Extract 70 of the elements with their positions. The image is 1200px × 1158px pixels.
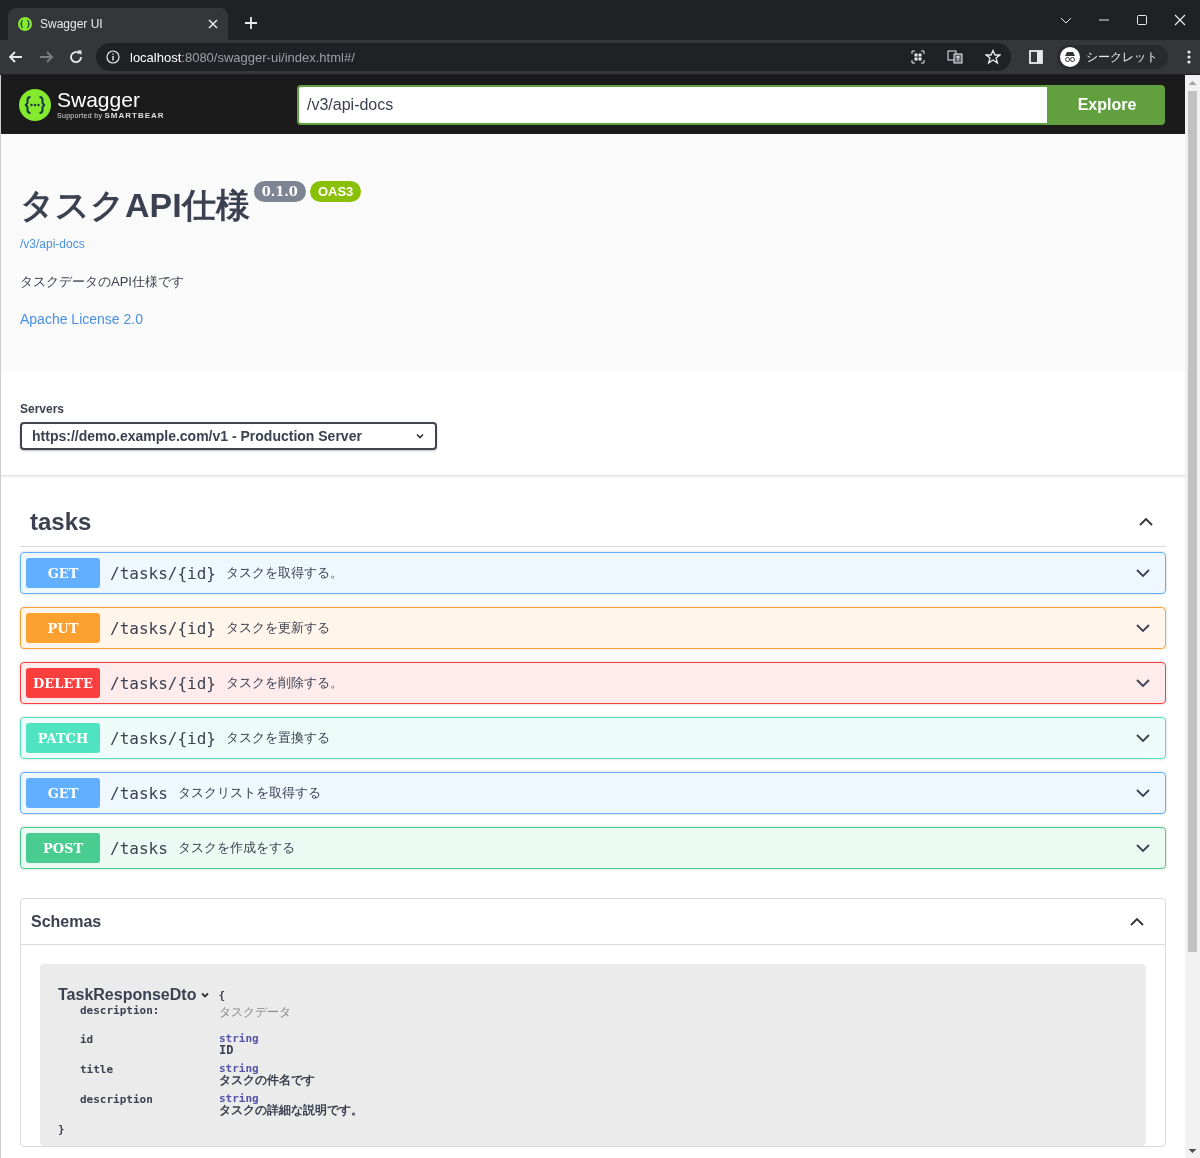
property-description: タスクの件名です: [219, 1074, 316, 1087]
tag-header[interactable]: tasks: [20, 498, 1166, 547]
operation-path: /tasks/{id}: [110, 618, 216, 638]
browser-tab[interactable]: Swagger UI: [8, 8, 228, 40]
operation-path: /tasks/{id}: [110, 563, 216, 583]
property-name: description: [80, 1093, 154, 1108]
schemas-header[interactable]: Schemas: [21, 899, 1165, 945]
operation-row[interactable]: GET /tasks/{id} タスクを取得する。: [20, 552, 1166, 594]
plus-icon[interactable]: [244, 16, 258, 30]
oas-badge: OAS3: [309, 181, 362, 202]
server-select[interactable]: https://demo.example.com/v1 - Production Server: [20, 422, 437, 450]
property-type: string: [219, 1033, 260, 1044]
scrollbar[interactable]: [1185, 75, 1200, 1158]
maximize-icon[interactable]: [1136, 14, 1148, 26]
side-panel-icon[interactable]: [1029, 50, 1043, 64]
operation-summary: タスクを取得する。: [225, 564, 344, 582]
property-label: description:: [80, 1004, 161, 1019]
api-description: タスクデータのAPI仕様です: [20, 273, 185, 291]
star-icon[interactable]: [985, 49, 1001, 65]
servers-label: Servers: [20, 402, 66, 416]
operation-row[interactable]: POST /tasks タスクを作成をする: [20, 827, 1166, 869]
reload-icon[interactable]: [68, 49, 84, 65]
profile-chip[interactable]: シークレット: [1057, 45, 1168, 69]
operation-path: /tasks/{id}: [110, 673, 216, 693]
version-badge: 0.1.0: [253, 181, 306, 202]
operation-summary: タスクリストを取得する: [177, 784, 322, 802]
scroll-down-icon[interactable]: [1188, 1147, 1197, 1155]
method-badge: POST: [26, 833, 100, 863]
property-name: title: [80, 1063, 115, 1078]
translate-icon[interactable]: [947, 50, 963, 64]
operation-path: /tasks: [110, 838, 168, 858]
logo-text: Swagger: [57, 89, 141, 111]
property-description: ID: [219, 1044, 234, 1057]
operation-path: /tasks: [110, 783, 168, 803]
operation-row[interactable]: PATCH /tasks/{id} タスクを置換する: [20, 717, 1166, 759]
close-icon[interactable]: [1174, 14, 1186, 26]
property-type: string: [219, 1063, 260, 1074]
operation-summary: タスクを置換する: [225, 729, 331, 747]
url-input[interactable]: /v3/api-docs: [297, 84, 1049, 125]
forward-icon[interactable]: [38, 49, 54, 65]
operation-summary: タスクを作成をする: [177, 839, 296, 857]
property-name: id: [80, 1033, 95, 1048]
operation-path: /tasks/{id}: [110, 728, 216, 748]
info-icon[interactable]: [106, 50, 120, 64]
operation-row[interactable]: GET /tasks タスクリストを取得する: [20, 772, 1166, 814]
operation-row[interactable]: DELETE /tasks/{id} タスクを削除する。: [20, 662, 1166, 704]
brace-text: {: [218, 988, 226, 1002]
model-description: タスクデータ: [219, 1004, 292, 1021]
caret-icon[interactable]: [200, 990, 211, 1000]
method-badge: GET: [26, 778, 100, 808]
logo-icon: [19, 88, 51, 121]
close-icon[interactable]: [208, 19, 218, 29]
operation-summary: タスクを更新する: [225, 619, 331, 637]
menu-icon[interactable]: [1186, 49, 1192, 65]
incognito-icon: [1060, 47, 1080, 67]
back-icon[interactable]: [8, 49, 24, 65]
method-badge: GET: [26, 558, 100, 588]
operation-summary: タスクを削除する。: [225, 674, 344, 692]
method-badge: DELETE: [26, 668, 100, 698]
method-badge: PATCH: [26, 723, 100, 753]
operation-row[interactable]: PUT /tasks/{id} タスクを更新する: [20, 607, 1166, 649]
property-type: string: [219, 1093, 260, 1104]
caret-icon: [415, 431, 425, 441]
qr-code-icon[interactable]: [911, 50, 925, 64]
method-badge: PUT: [26, 613, 100, 643]
brackets-icon: [18, 17, 32, 31]
model-name[interactable]: TaskResponseDto: [58, 986, 197, 1004]
property-description: タスクの詳細な説明です。: [219, 1104, 364, 1117]
brace-text: }: [58, 1123, 65, 1136]
api-title: タスクAPI仕様: [20, 185, 250, 226]
